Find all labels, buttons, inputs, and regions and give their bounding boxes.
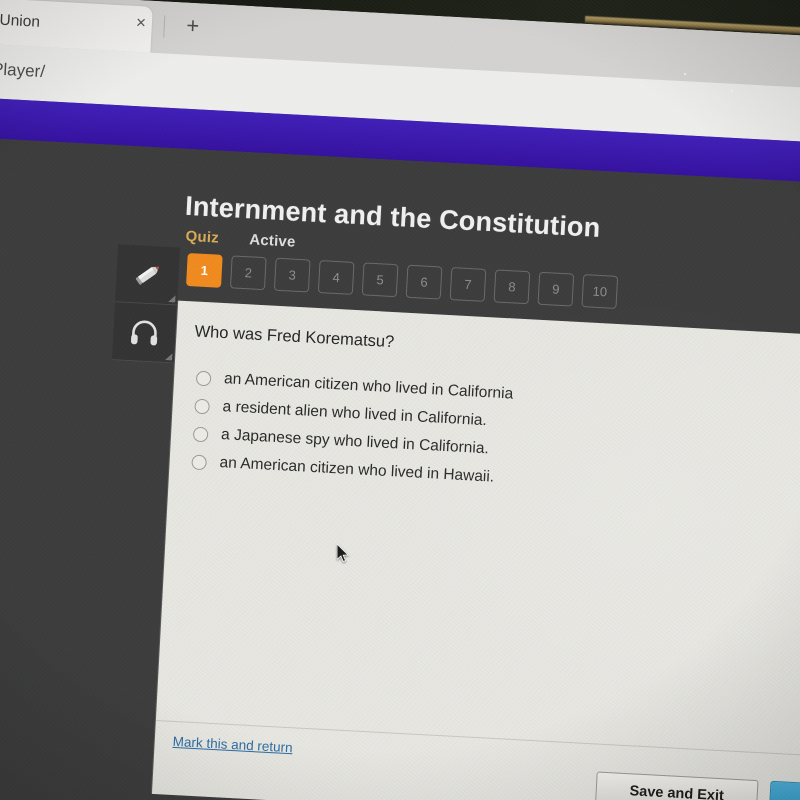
question-text: Who was Fred Korematsu? bbox=[194, 322, 395, 352]
dust-speck bbox=[684, 73, 686, 75]
question-nav-item-1[interactable]: 1 bbox=[186, 253, 223, 288]
question-nav-item-3[interactable]: 3 bbox=[273, 257, 311, 293]
assignment-type-label: Quiz bbox=[185, 227, 220, 247]
question-nav-item-6[interactable]: 6 bbox=[405, 264, 443, 300]
radio-icon[interactable] bbox=[192, 426, 209, 442]
radio-icon[interactable] bbox=[195, 370, 212, 386]
question-nav-item-4[interactable]: 4 bbox=[317, 260, 355, 295]
question-nav-item-5[interactable]: 5 bbox=[361, 262, 399, 298]
question-nav: 1 2 3 4 5 6 7 8 9 10 bbox=[186, 253, 619, 309]
audio-tool[interactable] bbox=[111, 302, 177, 364]
dust-speck bbox=[640, 84, 643, 87]
tool-rail bbox=[111, 244, 181, 364]
mouse-cursor bbox=[336, 542, 351, 564]
question-nav-item-7[interactable]: 7 bbox=[449, 267, 487, 302]
question-panel: Who was Fred Korematsu? an American citi… bbox=[151, 300, 800, 800]
question-nav-item-9[interactable]: 9 bbox=[537, 271, 575, 307]
url-text: com/Player/ bbox=[0, 57, 46, 82]
quiz-app-body: Internment and the Constitution Quiz Act… bbox=[0, 135, 800, 800]
assignment-meta: Quiz Active bbox=[185, 228, 296, 252]
tool-corner-indicator bbox=[165, 352, 173, 361]
browser-tab-title: fect | Union bbox=[0, 10, 41, 31]
question-nav-item-10[interactable]: 10 bbox=[581, 274, 619, 309]
save-and-exit-button[interactable]: Save and Exit bbox=[594, 771, 759, 800]
next-button[interactable]: Next bbox=[768, 780, 800, 800]
question-nav-item-2[interactable]: 2 bbox=[229, 255, 267, 291]
screen-content: fect | Union × + com/Player/ Internment … bbox=[0, 0, 800, 800]
close-icon[interactable]: × bbox=[129, 12, 152, 35]
question-nav-item-8[interactable]: 8 bbox=[493, 269, 531, 305]
radio-icon[interactable] bbox=[194, 398, 211, 414]
radio-icon[interactable] bbox=[191, 454, 208, 470]
tab-separator bbox=[163, 15, 166, 38]
answer-options: an American citizen who lived in Califor… bbox=[191, 365, 514, 494]
tool-corner-indicator bbox=[168, 295, 176, 303]
mark-and-return-link[interactable]: Mark this and return bbox=[172, 734, 293, 755]
dust-speck bbox=[731, 90, 733, 92]
plus-icon[interactable]: + bbox=[179, 12, 206, 39]
monitor-photo: fect | Union × + com/Player/ Internment … bbox=[0, 0, 800, 800]
assignment-status-badge: Active bbox=[248, 231, 296, 251]
highlighter-tool[interactable] bbox=[115, 244, 181, 306]
